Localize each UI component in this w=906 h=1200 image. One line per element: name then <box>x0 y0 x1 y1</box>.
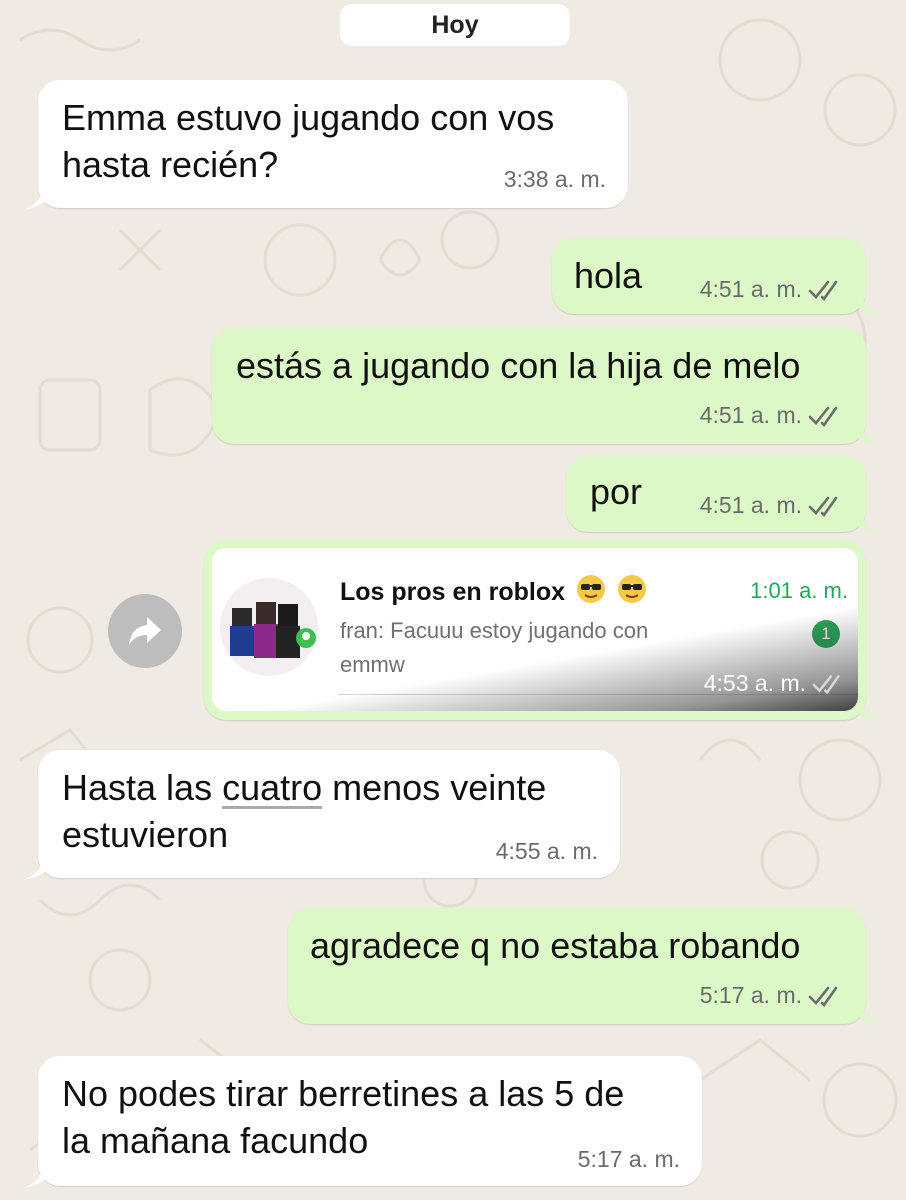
sunglasses-emoji-icon <box>576 575 605 603</box>
bubble-tail <box>24 186 54 210</box>
chat-list-time: 1:01 a. m. <box>750 578 848 603</box>
unread-badge: 1 <box>812 620 840 648</box>
message-time: 4:51 a. m. <box>700 402 844 429</box>
double-check-icon <box>812 674 840 694</box>
message-time: 3:38 a. m. <box>503 166 606 192</box>
message-text: estás a jugando con la hija de melo <box>236 345 801 386</box>
message-bubble-outgoing[interactable]: estás a jugando con la hija de melo 4:51… <box>212 328 880 446</box>
message-bubble-outgoing[interactable]: agradece q no estaba robando 5:17 a. m. <box>288 908 880 1026</box>
bubble-tail <box>850 292 880 316</box>
message-bubble-incoming[interactable]: Emma estuvo jugando con vos hasta recién… <box>24 80 628 210</box>
message-time: 4:55 a. m. <box>495 838 598 864</box>
double-check-icon <box>808 280 838 301</box>
underlined-word[interactable]: cuatro <box>222 767 322 808</box>
preview-text: Facuuu estoy jugando con emmw <box>340 618 649 677</box>
bubble-tail <box>24 1164 54 1188</box>
preview-sender: fran: <box>340 618 385 643</box>
message-text: agradece q no estaba robando <box>310 925 801 966</box>
message-bubble-outgoing[interactable]: por 4:51 a. m. <box>566 456 880 534</box>
message-bubble-outgoing[interactable]: hola 4:51 a. m. <box>552 238 880 316</box>
chat-preview: fran: Facuuu estoy jugando con emmw <box>340 614 710 682</box>
bubble-tail <box>850 1002 880 1026</box>
roblox-group-avatar <box>220 578 318 676</box>
message-time: 4:51 a. m. <box>700 492 844 519</box>
message-time: 4:53 a. m. <box>704 670 846 697</box>
forward-arrow-icon <box>129 617 161 645</box>
double-check-icon <box>808 986 838 1007</box>
sunglasses-emoji-icon <box>617 575 646 603</box>
message-bubble-incoming[interactable]: Hasta las cuatro menos veinte estuvieron… <box>24 750 620 880</box>
bubble-tail <box>850 510 880 534</box>
message-time: 5:17 a. m. <box>577 1146 680 1172</box>
message-text: hola <box>574 255 643 296</box>
chat-name: Los pros en roblox <box>340 574 647 607</box>
date-separator: Hoy <box>340 4 570 46</box>
message-bubble-incoming[interactable]: No podes tirar berretines a las 5 de la … <box>24 1056 702 1188</box>
bubble-tail <box>850 422 880 446</box>
shared-screenshot[interactable]: Los pros en roblox 1:01 a. m. fran: Facu… <box>212 548 858 711</box>
bubble-tail <box>24 856 54 880</box>
message-text: por <box>590 471 643 512</box>
double-check-icon <box>808 406 838 427</box>
message-time: 5:17 a. m. <box>700 982 844 1009</box>
forward-button[interactable] <box>108 594 182 668</box>
double-check-icon <box>808 496 838 517</box>
message-time: 4:51 a. m. <box>700 276 844 303</box>
